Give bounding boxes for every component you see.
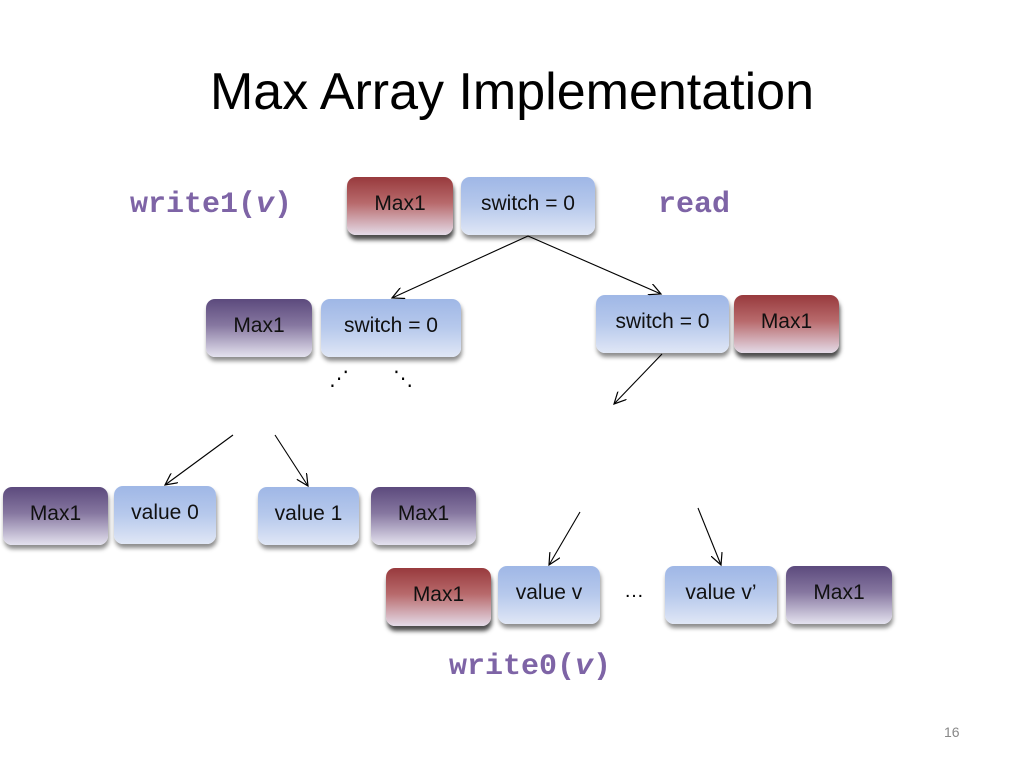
arrow-to-value1: [274, 434, 308, 486]
arrow-root-to-right: [527, 235, 661, 294]
arrows-layer: [0, 235, 1024, 768]
arrow-root-to-left: [392, 235, 529, 298]
arrow-to-valuevprime: [697, 507, 721, 565]
arrow-right-inner-down: [614, 353, 663, 404]
arrow-to-valuev: [549, 511, 581, 565]
page-number: 16: [944, 724, 960, 740]
arrow-to-value0: [165, 434, 234, 485]
